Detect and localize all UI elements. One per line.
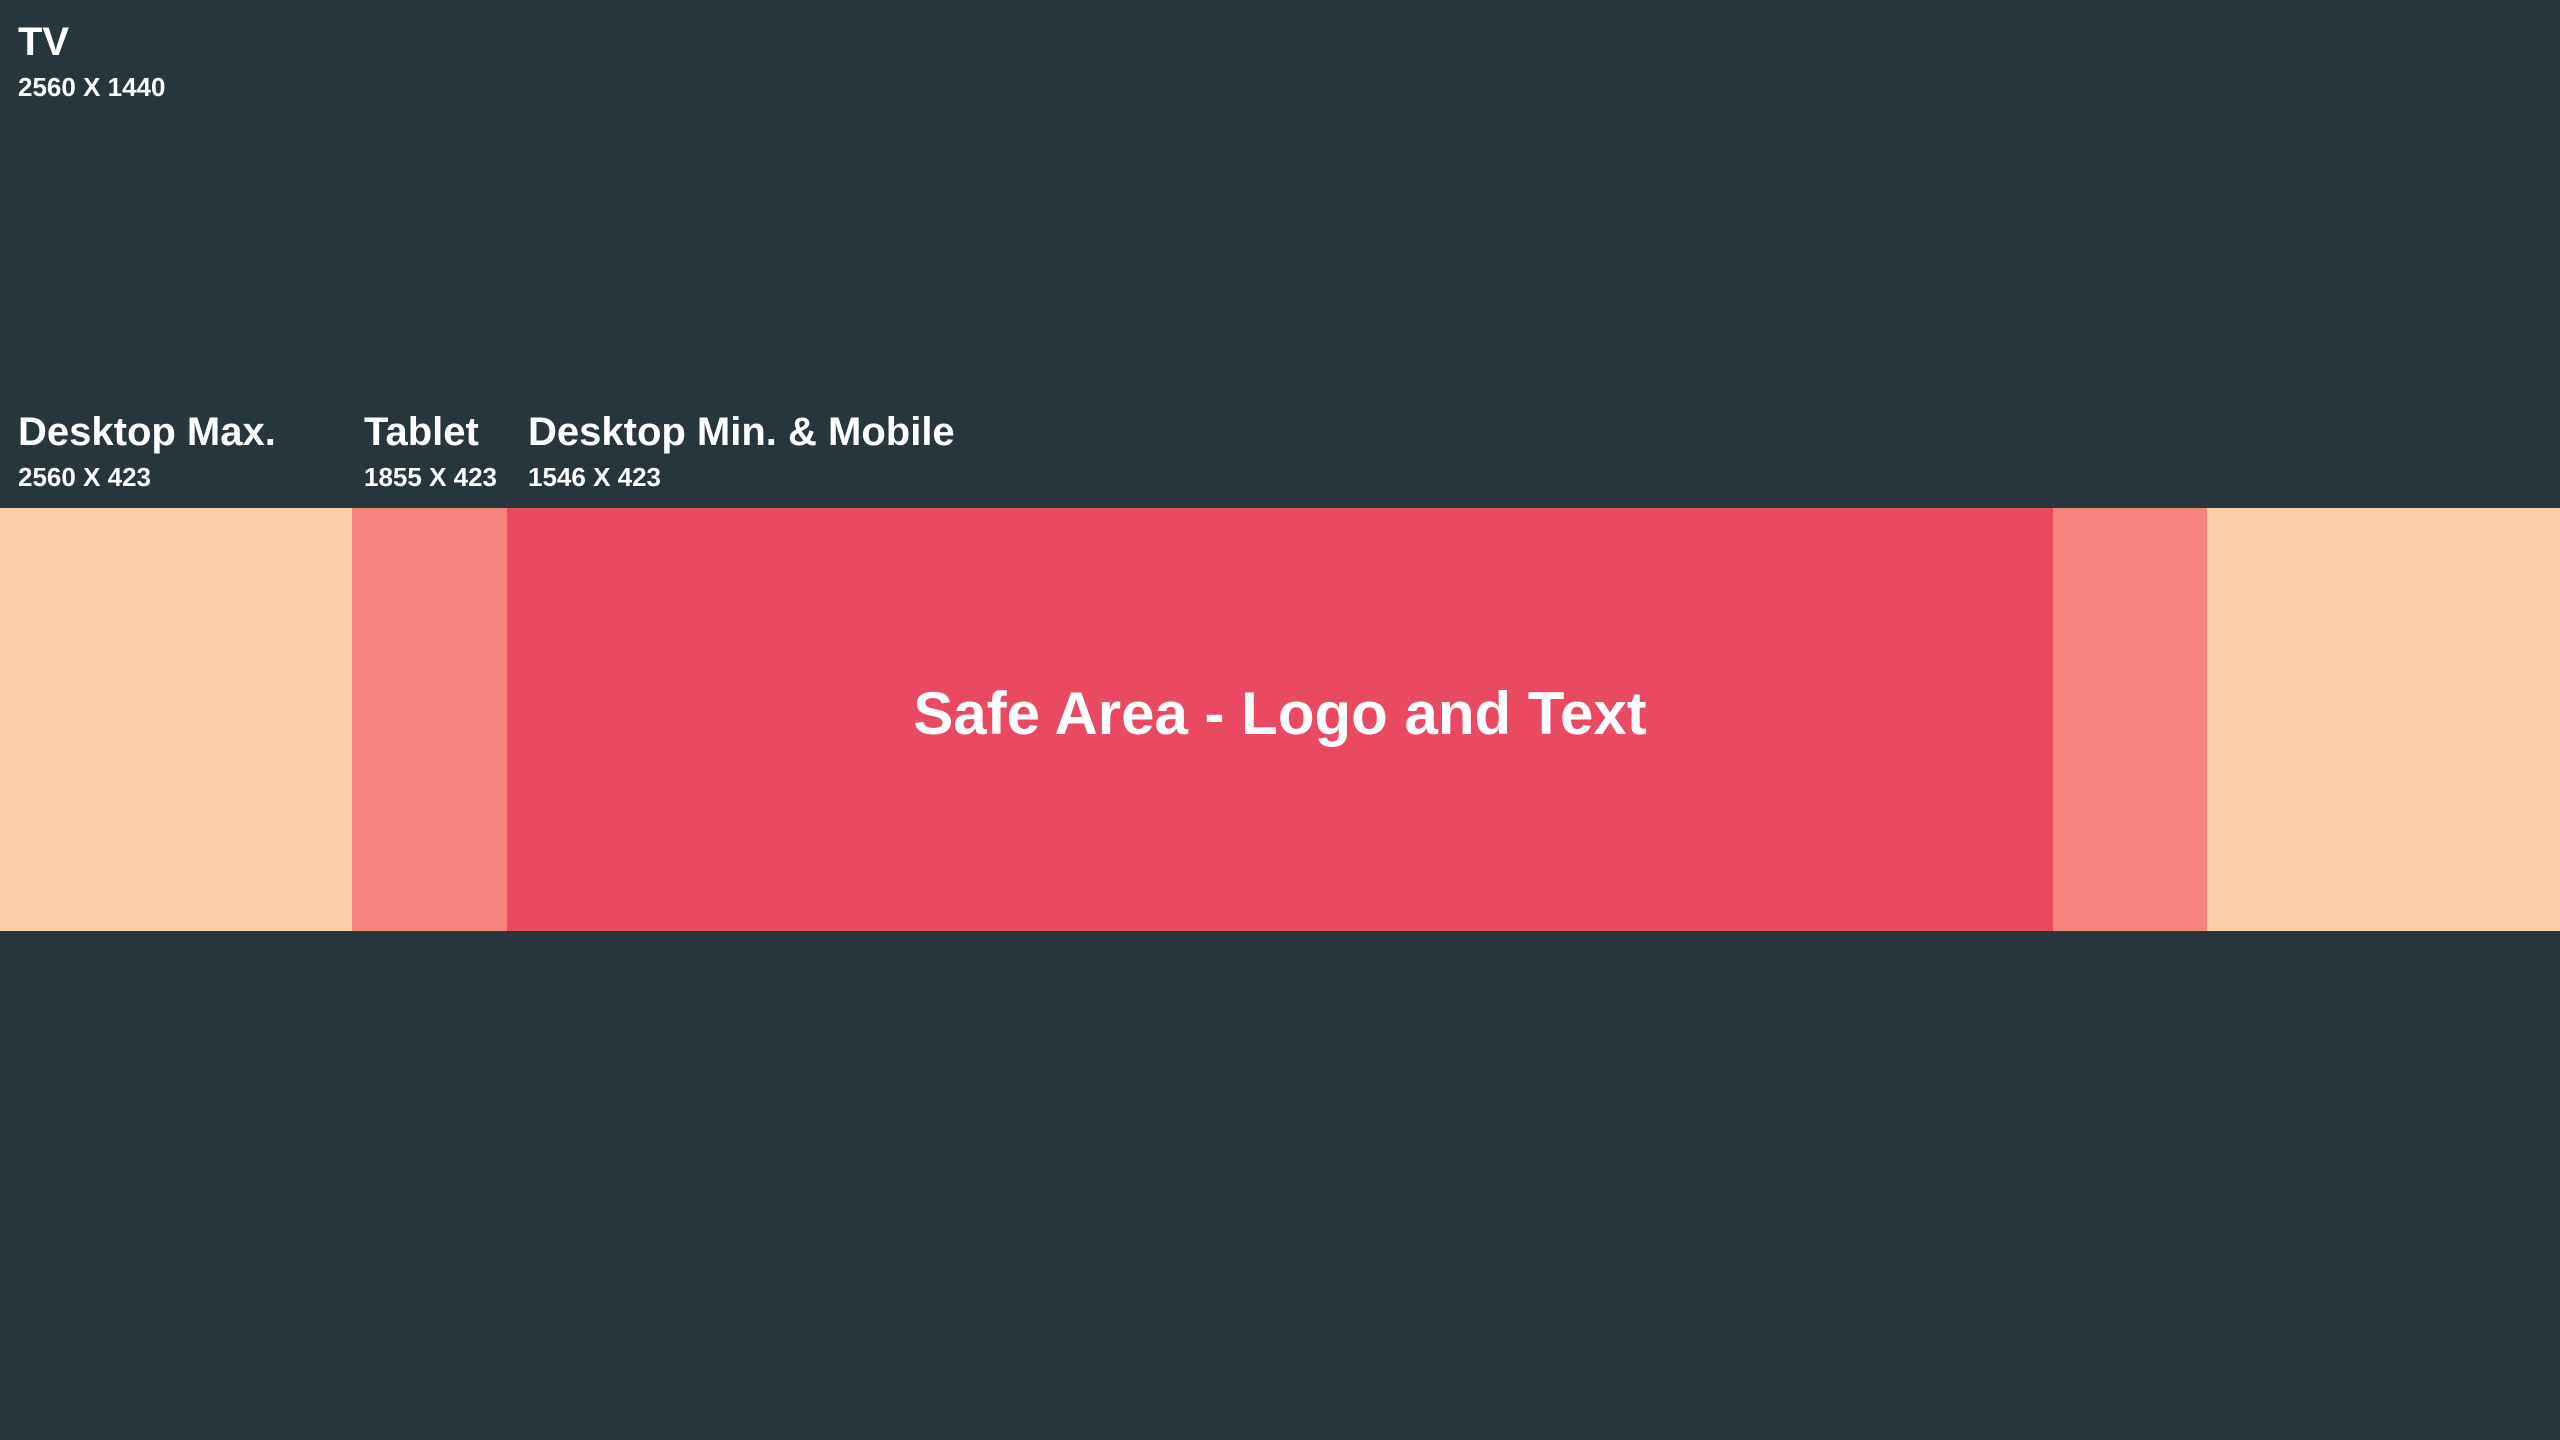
tv-title: TV <box>18 20 70 64</box>
safe-area-label: Safe Area - Logo and Text <box>913 680 1647 747</box>
desktop-max-size: 2560 X 423 <box>18 462 152 492</box>
tablet-title: Tablet <box>364 410 479 454</box>
desktop-max-title: Desktop Max. <box>18 410 276 454</box>
channel-art-template: TV 2560 X 1440 Safe Area - Logo and Text… <box>0 0 2560 1440</box>
desktop-min-mobile-size: 1546 X 423 <box>528 462 662 492</box>
desktop-min-mobile-title: Desktop Min. & Mobile <box>528 410 955 454</box>
tv-size: 2560 X 1440 <box>18 72 166 102</box>
tablet-size: 1855 X 423 <box>364 462 498 492</box>
